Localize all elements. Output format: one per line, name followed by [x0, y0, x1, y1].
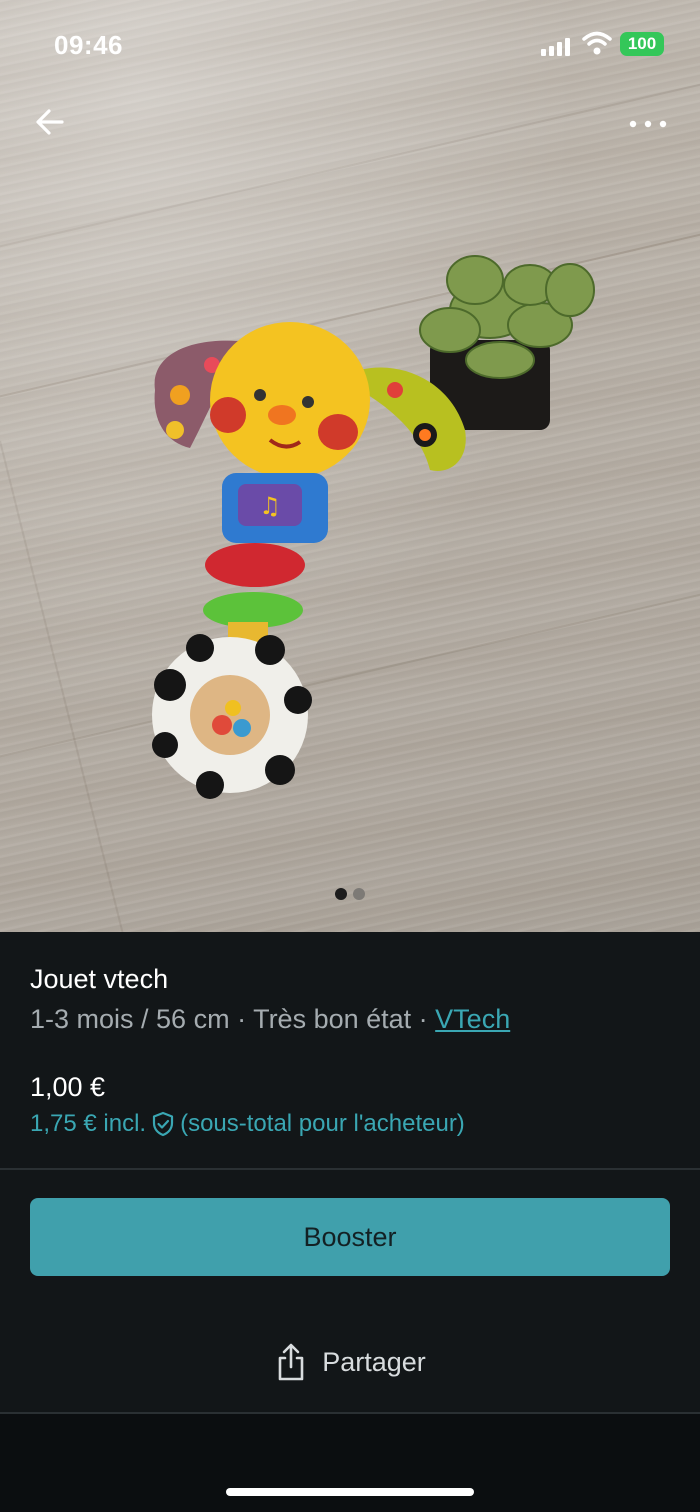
arrow-left-icon[interactable]	[32, 104, 68, 140]
home-indicator	[226, 1488, 474, 1496]
listing-info-panel: Jouet vtech 1-3 mois / 56 cm · Très bon …	[0, 932, 700, 1512]
listing-size: 1-3 mois / 56 cm	[30, 1004, 230, 1034]
pagination-dot[interactable]	[353, 888, 365, 900]
battery-indicator: 100	[620, 32, 664, 56]
listing-photo[interactable]: ♫	[0, 0, 700, 932]
share-label: Partager	[322, 1346, 426, 1377]
photo-pagination	[0, 888, 700, 904]
toy-photo-content: ♫	[152, 255, 595, 799]
separator: ·	[411, 1004, 436, 1034]
listing-condition: Très bon état	[253, 1004, 412, 1034]
status-time: 09:46	[54, 30, 123, 60]
divider	[0, 1168, 700, 1170]
brand-link[interactable]: VTech	[435, 1004, 510, 1034]
buyer-price-info[interactable]: 1,75 € incl. (sous-total pour l'acheteur…	[30, 1110, 465, 1138]
shield-check-icon	[152, 1111, 174, 1137]
svg-text:♫: ♫	[259, 492, 281, 520]
more-horizontal-icon[interactable]	[624, 112, 672, 136]
status-bar: 09:46 100	[0, 0, 700, 90]
listing-title: Jouet vtech	[30, 964, 169, 994]
listing-details: 1-3 mois / 56 cm · Très bon état · VTech	[30, 1004, 510, 1035]
bottom-bar	[0, 1414, 700, 1512]
cellular-signal-icon	[541, 36, 571, 56]
separator: ·	[229, 1004, 254, 1034]
wifi-icon	[582, 31, 612, 55]
price-incl: 1,75 € incl.	[30, 1110, 147, 1137]
booster-button[interactable]: Booster	[30, 1198, 670, 1276]
price-incl-note: (sous-total pour l'acheteur)	[180, 1110, 465, 1137]
share-icon	[278, 1343, 304, 1381]
listing-price: 1,00 €	[30, 1072, 106, 1102]
share-button[interactable]: Partager	[0, 1332, 700, 1392]
pagination-dot-active[interactable]	[335, 888, 347, 900]
